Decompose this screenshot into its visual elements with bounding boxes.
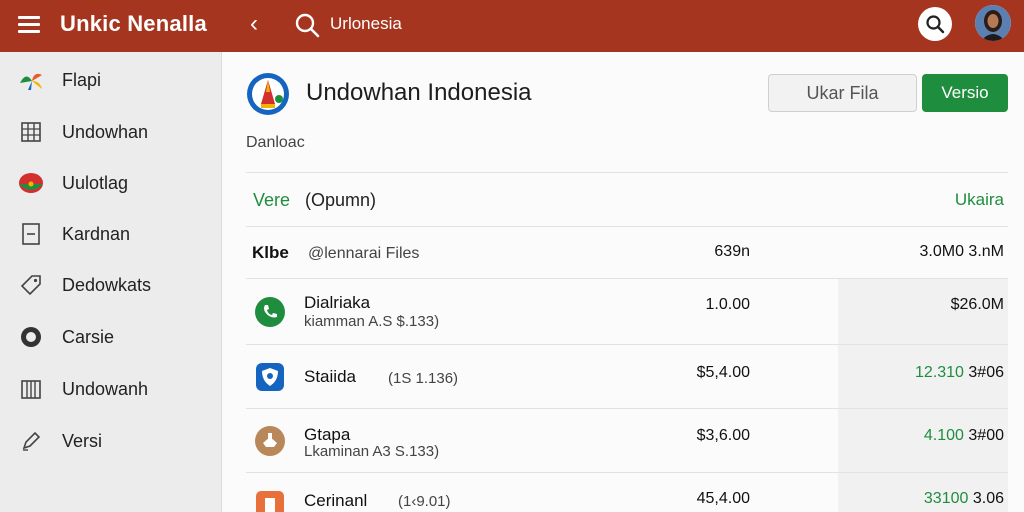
- sidebar-item-carsie[interactable]: Carsie: [0, 317, 222, 357]
- row-name: Dialriaka: [304, 293, 371, 312]
- row-detail: (1S 1.136): [388, 370, 459, 387]
- secondary-button[interactable]: Ukar Fila: [768, 74, 917, 112]
- search-input[interactable]: Urlonesia: [330, 14, 402, 34]
- sidebar-item-label: Versi: [62, 431, 103, 451]
- sidebar-item-undowhan[interactable]: Undowhan: [0, 112, 222, 152]
- row-value: $26.0M: [951, 296, 1004, 314]
- column-header-opumn[interactable]: (Opumn): [305, 190, 376, 211]
- shield-icon: [256, 363, 284, 391]
- sidebar-item-label: Uulotlag: [62, 173, 129, 193]
- indonesia-flag-icon: [18, 171, 44, 195]
- sidebar-item-label: Undowhan: [62, 122, 149, 142]
- column-header-vere[interactable]: Vere: [253, 190, 290, 211]
- column-header-ukaira[interactable]: Ukaira: [955, 190, 1004, 210]
- row-value: 4.100 3#00: [924, 427, 1004, 445]
- row-value-green: 12.310: [915, 364, 964, 381]
- row-value-green: 33100: [923, 490, 969, 507]
- row-name: Gtapa: [304, 425, 351, 444]
- table-subheader-row: Klbe @lennarai Files 639n 3.0M0 3.nM: [246, 226, 1008, 278]
- page-logo-icon: [247, 73, 289, 115]
- sidebar: Flapi Undowhan Uulotlag Kardnan Dedowkat…: [0, 52, 222, 512]
- row-name: Staiida: [304, 367, 356, 386]
- row-amount: 45,4.00: [696, 490, 750, 507]
- building-icon: [18, 377, 44, 401]
- pencil-icon: [18, 429, 44, 453]
- table-header-row: Vere (Opumn) Ukaira: [246, 172, 1008, 226]
- colorful-fan-icon: [18, 68, 44, 92]
- sidebar-item-label: Undowanh: [62, 379, 149, 399]
- row-value: 33100 3.06: [924, 490, 1004, 508]
- back-chevron-icon[interactable]: ‹: [250, 10, 258, 38]
- main-content: Undowhan Indonesia Ukar Fila Versio Danl…: [222, 52, 1024, 512]
- search-button[interactable]: [918, 7, 952, 41]
- sidebar-item-uulotlag[interactable]: Uulotlag: [0, 163, 222, 203]
- table-row[interactable]: Dialriaka kiamman A.S $.133) 1.0.00 $26.…: [246, 278, 1008, 344]
- page-subtitle: Danloac: [246, 134, 305, 151]
- row-name: Cerinanl: [304, 491, 368, 510]
- menu-icon[interactable]: [18, 16, 40, 34]
- row-value-total: 3#06: [968, 364, 1004, 381]
- phone-icon: [255, 297, 285, 327]
- avatar[interactable]: [975, 5, 1011, 41]
- data-table: Vere (Opumn) Ukaira Klbe @lennarai Files…: [246, 172, 1008, 512]
- row-amount: 1.0.00: [705, 296, 750, 313]
- sidebar-item-kardnan[interactable]: Kardnan: [0, 214, 222, 254]
- table-row[interactable]: Cerinanl (1‹9.01) 45,4.00 33100 3.06: [246, 472, 1008, 512]
- app-title: Unkic Nenalla: [60, 11, 207, 36]
- row-value-total: 3.06: [972, 490, 1004, 507]
- sidebar-item-label: Dedowkats: [62, 275, 152, 295]
- tag-icon: [18, 273, 44, 297]
- sidebar-item-versi[interactable]: Versi: [0, 421, 222, 461]
- row-value: 12.310 3#06: [915, 364, 1004, 382]
- row-detail: Lkaminan A3 S.133): [304, 443, 440, 460]
- search-icon[interactable]: [294, 12, 320, 38]
- row-detail: (1‹9.01): [398, 493, 451, 510]
- document-icon: [18, 222, 44, 246]
- subheader-count: 639n: [714, 243, 750, 260]
- search-icon: [926, 15, 945, 34]
- row-amount: $5,4.00: [696, 364, 750, 381]
- sidebar-item-label: Carsie: [62, 327, 115, 347]
- subheader-size: 3.0M0 3.nM: [919, 243, 1004, 260]
- sidebar-item-undowanh[interactable]: Undowanh: [0, 369, 222, 409]
- row-value-total: $26.0M: [950, 296, 1004, 313]
- circle-icon: [18, 325, 44, 349]
- orange-app-icon: [256, 491, 284, 512]
- sidebar-item-label: Flapi: [62, 70, 102, 90]
- hand-icon: [255, 426, 285, 456]
- table-row[interactable]: Gtapa Lkaminan A3 S.133) $3,6.00 4.100 3…: [246, 408, 1008, 472]
- table-row[interactable]: Staiida (1S 1.136) $5,4.00 12.310 3#06: [246, 344, 1008, 408]
- sidebar-item-flapi[interactable]: Flapi: [0, 60, 222, 100]
- subheader-files: @lennarai Files: [308, 245, 420, 262]
- primary-button[interactable]: Versio: [922, 74, 1008, 112]
- row-value-total: 3#00: [968, 427, 1004, 444]
- row-detail: kiamman A.S $.133): [304, 313, 440, 330]
- row-value-green: 4.100: [923, 427, 964, 444]
- top-app-bar: Unkic Nenalla ‹ Urlonesia: [0, 0, 1024, 52]
- sidebar-item-dedowkats[interactable]: Dedowkats: [0, 265, 222, 305]
- user-avatar-icon: [975, 5, 1011, 41]
- row-amount: $3,6.00: [696, 427, 750, 444]
- page-title: Undowhan Indonesia: [306, 79, 532, 106]
- grid-list-icon: [18, 120, 44, 144]
- sidebar-item-label: Kardnan: [62, 224, 131, 244]
- subheader-klbe: Klbe: [252, 243, 289, 262]
